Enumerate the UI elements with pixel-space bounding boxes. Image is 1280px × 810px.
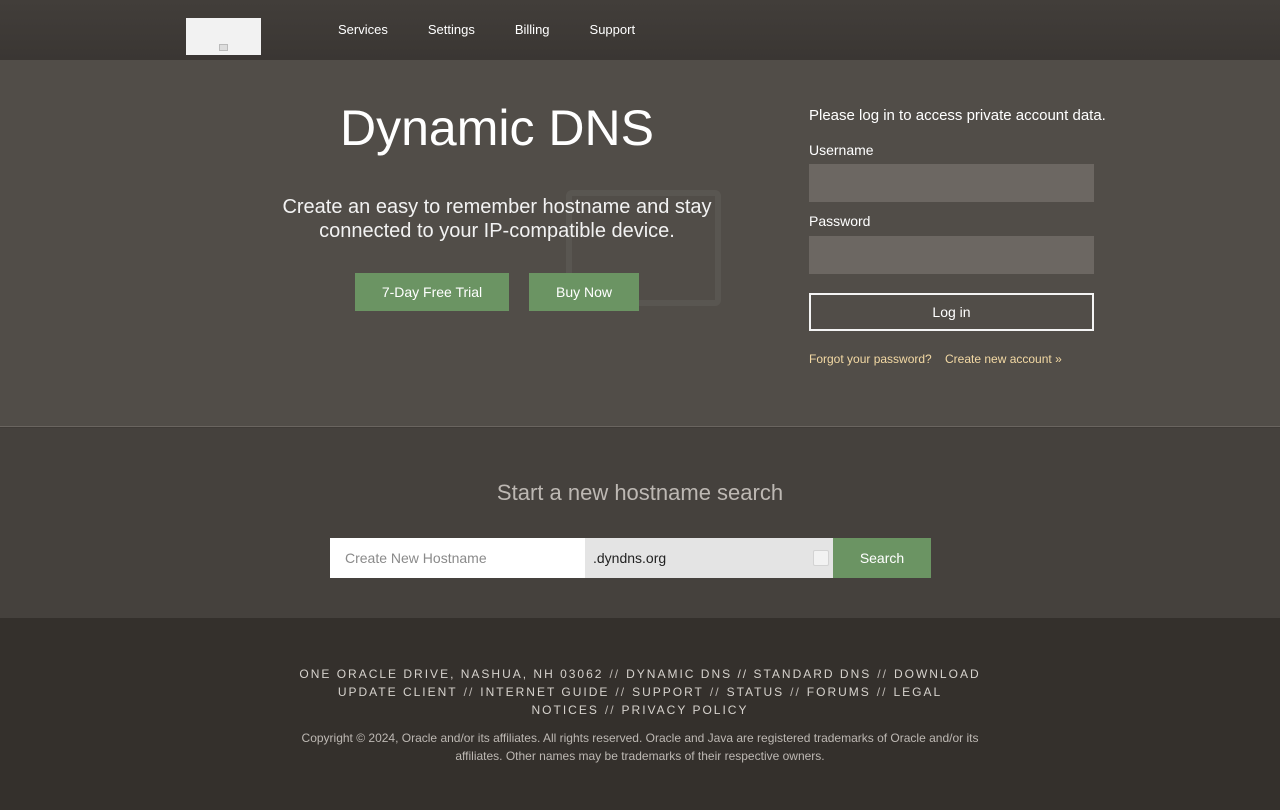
footer-link-status[interactable]: STATUS <box>727 685 785 699</box>
search-button[interactable]: Search <box>833 538 931 578</box>
footer-separator: // <box>463 685 475 699</box>
password-field[interactable] <box>809 236 1094 274</box>
page-title: Dynamic DNS <box>340 100 654 156</box>
footer-link-forums[interactable]: FORUMS <box>807 685 871 699</box>
main-nav: Services Settings Billing Support <box>338 22 675 38</box>
username-label: Username <box>809 142 874 158</box>
dropdown-icon[interactable] <box>813 550 829 566</box>
forgot-password-link[interactable]: Forgot your password? <box>809 352 932 366</box>
nav-item-settings[interactable]: Settings <box>428 22 475 38</box>
nav-item-services[interactable]: Services <box>338 22 388 38</box>
footer-link-dynamic-dns[interactable]: DYNAMIC DNS // STANDARD DNS <box>626 667 871 681</box>
footer-separator: // <box>609 667 621 681</box>
username-field[interactable] <box>809 164 1094 202</box>
footer-separator: // <box>877 667 888 681</box>
brand-logo[interactable] <box>186 18 261 55</box>
footer-link-support[interactable]: SUPPORT <box>632 685 704 699</box>
nav-item-billing[interactable]: Billing <box>515 22 550 38</box>
footer-separator: // <box>604 703 616 717</box>
footer-separator: // <box>876 685 888 699</box>
domain-select[interactable]: .dyndns.org <box>585 538 833 578</box>
domain-select-value: .dyndns.org <box>593 550 667 566</box>
search-title: Start a new hostname search <box>496 480 784 505</box>
footer-link-internet-guide[interactable]: INTERNET GUIDE <box>480 685 609 699</box>
footer-separator: // <box>709 685 721 699</box>
broken-image-icon <box>219 44 228 51</box>
footer-separator: // <box>790 685 801 699</box>
password-label: Password <box>809 213 871 229</box>
buy-now-button[interactable]: Buy Now <box>529 273 639 311</box>
hero-section: Dynamic DNS Create an easy to remember h… <box>0 60 1280 427</box>
footer: ONE ORACLE DRIVE, NASHUA, NH 03062 // DYNA… <box>0 618 1280 810</box>
hostname-search-section: Start a new hostname search Create New H… <box>0 428 1280 618</box>
log-in-button[interactable]: Log in <box>809 293 1094 331</box>
footer-separator: // <box>615 685 627 699</box>
footer-link-privacy-policy[interactable]: PRIVACY POLICY <box>622 703 749 717</box>
free-trial-button[interactable]: 7-Day Free Trial <box>355 273 509 311</box>
footer-links: ONE ORACLE DRIVE, NASHUA, NH 03062 // DYNA… <box>280 665 1000 719</box>
nav-item-support[interactable]: Support <box>590 22 636 38</box>
copyright-text: Copyright © 2024, Oracle and/or its affi… <box>301 731 979 763</box>
top-navigation-bar: Services Settings Billing Support <box>0 0 1280 60</box>
login-note: Please log in to access private account … <box>809 107 1106 124</box>
create-account-link[interactable]: Create new account » <box>945 352 1062 366</box>
hostname-search-input[interactable]: Create New Hostname <box>330 538 585 578</box>
footer-address: ONE ORACLE DRIVE, NASHUA, NH 03062 <box>299 667 604 681</box>
hero-subtitle: Create an easy to remember hostname and … <box>282 196 712 242</box>
